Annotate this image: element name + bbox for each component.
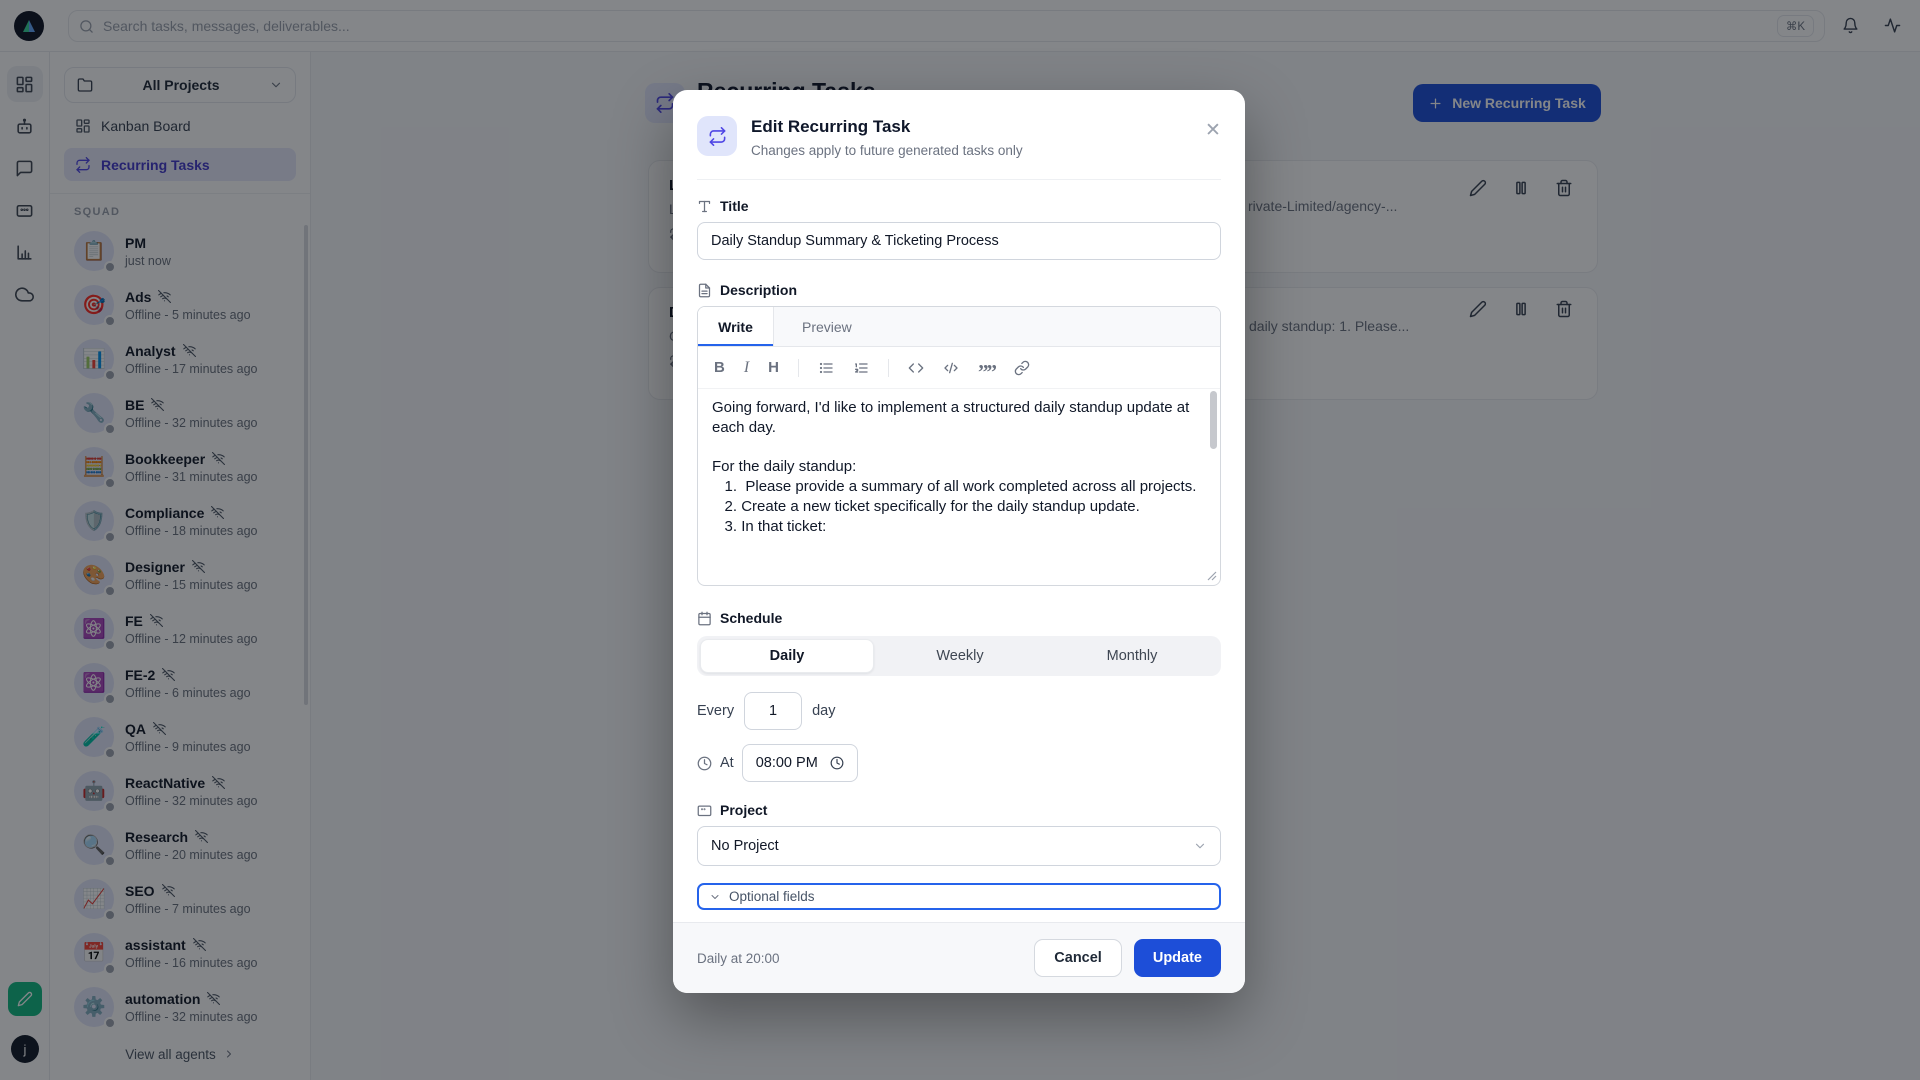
project-field-label: Project bbox=[697, 802, 1221, 818]
markdown-editor: Write Preview B I H ”” Going forward, I'… bbox=[697, 306, 1221, 586]
at-label: At bbox=[720, 755, 734, 771]
chevron-down-icon bbox=[1193, 839, 1207, 853]
type-icon bbox=[697, 199, 712, 214]
resize-handle[interactable] bbox=[1207, 571, 1217, 582]
bullet-list-icon[interactable] bbox=[818, 360, 834, 376]
project-folder-icon bbox=[697, 803, 712, 818]
tab-daily[interactable]: Daily bbox=[700, 639, 874, 673]
close-icon[interactable]: ✕ bbox=[1199, 116, 1227, 144]
italic-icon[interactable]: I bbox=[744, 359, 749, 377]
code-block-icon[interactable] bbox=[943, 360, 959, 376]
description-field-label: Description bbox=[697, 282, 1221, 298]
modal-subtitle: Changes apply to future generated tasks … bbox=[751, 143, 1023, 158]
modal-title: Edit Recurring Task bbox=[751, 116, 1023, 137]
divider bbox=[798, 359, 799, 377]
bold-icon[interactable]: B bbox=[714, 359, 725, 376]
schedule-frequency-tabs: Daily Weekly Monthly bbox=[697, 636, 1221, 676]
update-button[interactable]: Update bbox=[1134, 939, 1221, 977]
link-icon[interactable] bbox=[1014, 360, 1030, 376]
title-field-label: Title bbox=[697, 198, 1221, 214]
calendar-icon bbox=[697, 611, 712, 626]
editor-tabbar: Write Preview bbox=[698, 307, 1220, 347]
modal-repeat-icon bbox=[697, 116, 737, 156]
tab-weekly[interactable]: Weekly bbox=[874, 639, 1046, 673]
interval-row: Every 1 day bbox=[697, 692, 1221, 730]
every-label: Every bbox=[697, 703, 734, 719]
tab-write[interactable]: Write bbox=[698, 307, 774, 346]
textarea-scrollbar[interactable] bbox=[1210, 391, 1217, 449]
modal-header: Edit Recurring Task Changes apply to fut… bbox=[673, 90, 1245, 179]
interval-unit-label: day bbox=[812, 703, 835, 719]
time-value: 08:00 PM bbox=[756, 755, 818, 771]
title-input[interactable] bbox=[697, 222, 1221, 260]
divider bbox=[697, 179, 1221, 180]
project-select-value: No Project bbox=[711, 838, 779, 854]
ordered-list-icon[interactable] bbox=[853, 360, 869, 376]
schedule-field-label: Schedule bbox=[697, 610, 1221, 626]
divider bbox=[888, 359, 889, 377]
schedule-summary: Daily at 20:00 bbox=[697, 951, 780, 966]
project-select[interactable]: No Project bbox=[697, 826, 1221, 866]
tab-monthly[interactable]: Monthly bbox=[1046, 639, 1218, 673]
tab-preview[interactable]: Preview bbox=[774, 307, 880, 346]
clock-icon bbox=[830, 756, 844, 770]
quote-icon[interactable]: ”” bbox=[978, 359, 995, 377]
chevron-down-icon bbox=[709, 891, 721, 903]
time-row: At 08:00 PM bbox=[697, 744, 1221, 782]
document-icon bbox=[697, 283, 712, 298]
description-textarea[interactable]: Going forward, I'd like to implement a s… bbox=[698, 389, 1220, 585]
edit-recurring-task-modal: Edit Recurring Task Changes apply to fut… bbox=[673, 90, 1245, 993]
clock-icon bbox=[697, 756, 712, 771]
optional-fields-label: Optional fields bbox=[729, 889, 815, 904]
code-icon[interactable] bbox=[908, 360, 924, 376]
optional-fields-toggle[interactable]: Optional fields bbox=[697, 883, 1221, 910]
editor-toolbar: B I H ”” bbox=[698, 347, 1220, 389]
time-input[interactable]: 08:00 PM bbox=[742, 744, 858, 782]
cancel-button[interactable]: Cancel bbox=[1034, 939, 1122, 977]
interval-input[interactable]: 1 bbox=[744, 692, 802, 730]
modal-footer: Daily at 20:00 Cancel Update bbox=[673, 922, 1245, 993]
heading-icon[interactable]: H bbox=[768, 359, 779, 376]
